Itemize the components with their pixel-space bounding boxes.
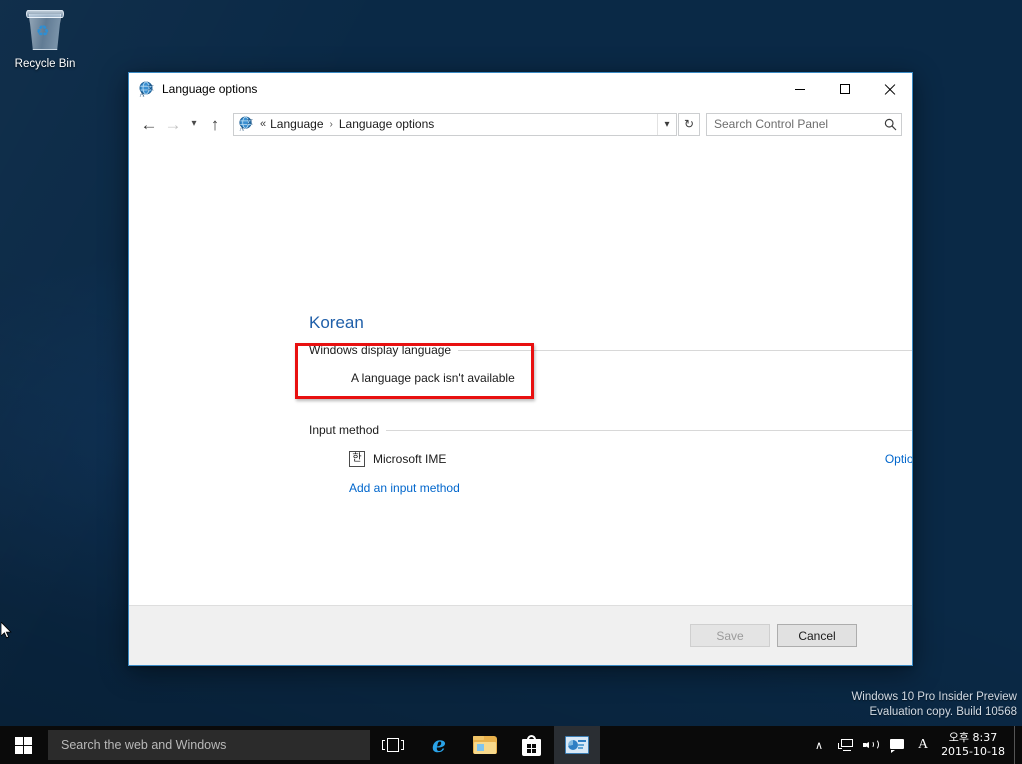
taskbar-search-input[interactable] <box>48 738 370 752</box>
maximize-button[interactable] <box>822 73 867 105</box>
group-divider <box>458 349 912 351</box>
ime-indicator-icon: A <box>918 737 929 752</box>
minimize-button[interactable] <box>777 73 822 105</box>
maximize-icon <box>839 84 850 94</box>
forward-arrow-icon: → <box>164 114 182 134</box>
windows-start-icon <box>14 736 32 754</box>
group-header: Input method <box>309 423 912 437</box>
taskbar-item-store[interactable] <box>508 726 554 764</box>
breadcrumb-item-language-options[interactable]: Language options <box>338 117 435 131</box>
forward-button: → <box>161 112 185 136</box>
desktop-icon-recycle-bin[interactable]: ♻ Recycle Bin <box>6 6 84 71</box>
page-title: Korean <box>309 313 364 332</box>
watermark-line-2: Evaluation copy. Build 10568 <box>869 706 1017 718</box>
desktop[interactable]: ♻ Recycle Bin 文 A Language options ← → ▾… <box>0 0 1022 764</box>
file-explorer-icon <box>473 736 497 754</box>
language-globe-icon: 文 A <box>138 81 155 98</box>
back-button[interactable]: ← <box>137 112 161 136</box>
clock-time: 오후 8:37 <box>948 731 998 744</box>
group-divider <box>386 429 912 431</box>
search-control-panel-box[interactable] <box>706 112 902 136</box>
address-bar[interactable]: 文 A « Language › Language options ▾ <box>233 112 677 136</box>
group-header: Windows display language <box>309 343 912 357</box>
svg-text:A: A <box>239 126 244 132</box>
search-input[interactable] <box>707 117 879 131</box>
tray-ime-indicator-button[interactable]: A <box>910 726 936 764</box>
korean-ime-icon: 한 <box>349 451 365 467</box>
up-button[interactable]: ↑ <box>203 112 227 136</box>
language-pack-status-text: A language pack isn't available <box>351 371 515 385</box>
window-titlebar[interactable]: 文 A Language options <box>129 73 912 105</box>
language-options-window[interactable]: 文 A Language options ← → ▾ ↑ 文 A « Langu… <box>128 72 913 666</box>
control-panel-icon <box>565 736 589 754</box>
search-icon[interactable] <box>879 118 901 131</box>
svg-text:A: A <box>140 90 145 98</box>
tray-volume-button[interactable] <box>858 726 884 764</box>
recent-locations-button[interactable]: ▾ <box>185 112 203 136</box>
cancel-button[interactable]: Cancel <box>777 624 857 647</box>
recycle-bin-icon: ♻ <box>23 8 67 54</box>
svg-text:文: 文 <box>147 82 154 91</box>
input-method-row: 한 Microsoft IME Options | Remove <box>309 451 912 467</box>
input-method-group: Input method 한 Microsoft IME Options | R… <box>309 423 912 495</box>
input-method-name: Microsoft IME <box>373 452 447 466</box>
show-desktop-button[interactable] <box>1014 726 1020 764</box>
save-button: Save <box>690 624 770 647</box>
clock-date: 2015-10-18 <box>941 745 1005 758</box>
language-globe-icon: 文 A <box>238 116 254 133</box>
display-language-group-label: Windows display language <box>309 343 452 357</box>
svg-text:文: 文 <box>247 118 253 126</box>
close-button[interactable] <box>867 73 912 105</box>
edge-browser-icon: e <box>432 732 446 758</box>
taskbar-item-control-panel[interactable] <box>554 726 600 764</box>
input-method-group-label: Input method <box>309 423 380 437</box>
watermark-line-1: Windows 10 Pro Insider Preview <box>851 691 1017 703</box>
back-arrow-icon: ← <box>140 114 158 134</box>
volume-icon <box>863 739 880 752</box>
taskbar-item-file-explorer[interactable] <box>462 726 508 764</box>
network-icon <box>837 739 853 751</box>
action-center-icon <box>890 739 905 753</box>
windows-display-language-group: Windows display language A language pack… <box>309 343 912 385</box>
taskbar-item-edge[interactable]: e <box>416 726 462 764</box>
input-method-actions: Options | Remove <box>885 452 912 466</box>
chevron-down-icon: ▾ <box>664 118 670 130</box>
tray-action-center-button[interactable] <box>884 726 910 764</box>
system-tray[interactable]: ∧ A 오후 8:37 2015-10-18 <box>806 726 1022 764</box>
chevron-up-icon: ∧ <box>815 739 824 752</box>
window-navigation-bar[interactable]: ← → ▾ ↑ 文 A « Language › Language option… <box>129 105 912 143</box>
refresh-icon: ↻ <box>683 117 695 131</box>
mouse-cursor <box>0 621 13 641</box>
taskbar-item-task-view[interactable] <box>370 726 416 764</box>
breadcrumb-separator-icon[interactable]: › <box>330 119 333 130</box>
chevron-down-icon: ▾ <box>191 118 197 129</box>
taskbar-clock[interactable]: 오후 8:37 2015-10-18 <box>936 731 1014 759</box>
close-icon <box>884 84 895 95</box>
up-arrow-icon: ↑ <box>210 114 220 134</box>
options-link[interactable]: Options <box>885 452 912 466</box>
breadcrumb-item-language[interactable]: Language <box>269 117 324 131</box>
window-caption-buttons <box>777 73 912 105</box>
window-content: Korean Windows display language A langua… <box>129 143 912 605</box>
tray-show-hidden-icons-button[interactable]: ∧ <box>806 726 832 764</box>
task-view-icon <box>382 738 404 752</box>
minimize-icon <box>794 88 805 90</box>
recycle-bin-label: Recycle Bin <box>14 58 76 70</box>
taskbar[interactable]: e ∧ <box>0 726 1022 764</box>
start-button[interactable] <box>0 726 46 764</box>
add-input-method-link[interactable]: Add an input method <box>349 481 912 495</box>
windows-evaluation-watermark: Windows 10 Pro Insider Preview Evaluatio… <box>851 690 1017 720</box>
refresh-button[interactable]: ↻ <box>678 112 700 136</box>
windows-store-icon <box>521 734 541 756</box>
breadcrumb-overflow-icon[interactable]: « <box>260 118 266 130</box>
address-dropdown-button[interactable]: ▾ <box>657 113 676 135</box>
window-title: Language options <box>162 82 258 96</box>
tray-network-button[interactable] <box>832 726 858 764</box>
window-footer: Save Cancel <box>129 605 912 665</box>
taskbar-search-box[interactable] <box>48 730 370 760</box>
